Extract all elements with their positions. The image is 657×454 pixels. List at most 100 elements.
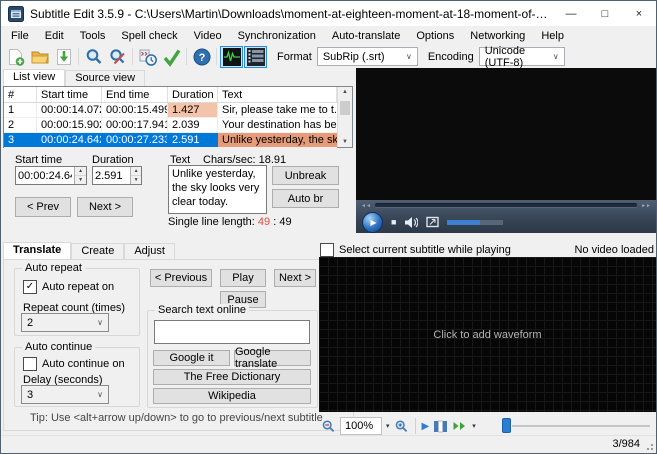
header-number[interactable]: # bbox=[4, 87, 37, 102]
free-dictionary-button[interactable]: The Free Dictionary bbox=[153, 369, 311, 385]
tab-list-view[interactable]: List view bbox=[3, 69, 65, 86]
video-play-button[interactable]: ▶ bbox=[362, 212, 383, 233]
duration-label: Duration bbox=[92, 154, 134, 166]
resize-grip[interactable] bbox=[644, 441, 654, 451]
scroll-thumb[interactable] bbox=[340, 101, 350, 115]
header-end-time[interactable]: End time bbox=[102, 87, 168, 102]
spin-down-icon[interactable]: ▼ bbox=[75, 176, 86, 184]
subtitle-table: # Start time End time Duration Text 1 00… bbox=[3, 86, 353, 148]
replace-button[interactable] bbox=[106, 46, 129, 68]
play-button[interactable]: Play bbox=[220, 269, 266, 287]
wikipedia-button[interactable]: Wikipedia bbox=[153, 388, 311, 404]
header-start-time[interactable]: Start time bbox=[37, 87, 102, 102]
encoding-select[interactable]: Unicode (UTF-8) ∨ bbox=[479, 47, 565, 66]
waveform-panel[interactable]: Click to add waveform bbox=[319, 257, 656, 412]
tab-translate[interactable]: Translate bbox=[3, 242, 71, 259]
start-time-input[interactable]: ▲ ▼ bbox=[15, 166, 87, 185]
app-icon bbox=[8, 6, 24, 22]
header-duration[interactable]: Duration bbox=[168, 87, 218, 102]
seek-bar[interactable] bbox=[375, 203, 637, 208]
zoom-in-button[interactable] bbox=[394, 419, 409, 434]
volume-slider[interactable] bbox=[447, 220, 503, 225]
delay-select[interactable]: 3 ∨ bbox=[21, 385, 109, 404]
menu-item-spell-check[interactable]: Spell check bbox=[113, 27, 185, 45]
spell-check-button[interactable] bbox=[160, 46, 183, 68]
spin-down-icon[interactable]: ▼ bbox=[131, 176, 141, 184]
auto-repeat-checkbox[interactable]: ✓ Auto repeat on bbox=[23, 280, 114, 294]
zoom-level-select[interactable]: 100% bbox=[340, 417, 382, 435]
fast-forward-dropdown-icon[interactable]: ▾ bbox=[472, 422, 476, 430]
toggle-video-button[interactable] bbox=[244, 46, 267, 68]
start-time-label: Start time bbox=[15, 154, 62, 166]
menu-item-networking[interactable]: Networking bbox=[462, 27, 533, 45]
menu-item-synchronization[interactable]: Synchronization bbox=[230, 27, 324, 45]
checkbox-unchecked-icon bbox=[320, 243, 334, 257]
video-player: ◄◄ ►► ▶ ■ bbox=[356, 68, 656, 233]
table-row-selected[interactable]: 3 00:00:24.642 00:00:27.233 2.591 Unlike… bbox=[4, 133, 337, 148]
auto-continue-checkbox[interactable]: Auto continue on bbox=[23, 357, 125, 371]
previous-button[interactable]: < Previous bbox=[150, 269, 212, 287]
chevron-down-icon: ∨ bbox=[92, 390, 108, 399]
table-row[interactable]: 2 00:00:15.902 00:00:17.941 2.039 Your d… bbox=[4, 118, 337, 133]
prev-subtitle-button[interactable]: < Prev bbox=[15, 197, 71, 217]
header-text[interactable]: Text bbox=[218, 87, 337, 102]
minimize-button[interactable]: — bbox=[554, 1, 588, 26]
menu-item-tools[interactable]: Tools bbox=[72, 27, 114, 45]
duration-input[interactable]: ▲ ▼ bbox=[92, 166, 142, 185]
volume-icon[interactable] bbox=[404, 216, 418, 229]
open-file-button[interactable] bbox=[28, 46, 51, 68]
fast-forward-button[interactable] bbox=[452, 419, 468, 433]
menu-item-help[interactable]: Help bbox=[533, 27, 572, 45]
menu-item-edit[interactable]: Edit bbox=[37, 27, 72, 45]
menu-item-auto-translate[interactable]: Auto-translate bbox=[324, 27, 408, 45]
tab-adjust[interactable]: Adjust bbox=[124, 243, 175, 259]
fullscreen-icon[interactable] bbox=[426, 216, 439, 228]
slider-thumb[interactable] bbox=[502, 418, 511, 433]
start-time-stepper[interactable]: ▲ ▼ bbox=[74, 167, 86, 184]
view-tabs: List view Source view bbox=[3, 69, 145, 86]
tab-create[interactable]: Create bbox=[71, 243, 124, 259]
close-button[interactable]: × bbox=[622, 1, 656, 26]
toggle-waveform-button[interactable] bbox=[220, 46, 243, 68]
checkbox-checked-icon: ✓ bbox=[23, 280, 37, 294]
scroll-down-icon[interactable]: ▼ bbox=[342, 139, 348, 145]
save-button[interactable] bbox=[52, 46, 75, 68]
menu-item-video[interactable]: Video bbox=[186, 27, 230, 45]
search-input[interactable] bbox=[154, 320, 310, 344]
google-translate-button[interactable]: Google translate bbox=[234, 350, 311, 366]
format-select[interactable]: SubRip (.srt) ∨ bbox=[317, 47, 418, 66]
waveform-play-button[interactable]: ▶ bbox=[422, 421, 430, 432]
menu-item-file[interactable]: File bbox=[3, 27, 37, 45]
maximize-button[interactable]: □ bbox=[588, 1, 622, 26]
video-stop-button[interactable]: ■ bbox=[391, 217, 396, 227]
help-button[interactable]: ? bbox=[190, 46, 213, 68]
google-it-button[interactable]: Google it bbox=[153, 350, 230, 366]
table-scrollbar[interactable]: ▲ ▼ bbox=[337, 87, 352, 147]
vertical-zoom-button[interactable] bbox=[433, 419, 448, 434]
seek-forward-icon[interactable]: ►► bbox=[641, 203, 651, 209]
seek-row: ◄◄ ►► bbox=[356, 200, 656, 211]
zoom-dropdown-icon[interactable]: ▾ bbox=[386, 422, 390, 430]
tab-source-view[interactable]: Source view bbox=[65, 70, 145, 86]
menu-item-options[interactable]: Options bbox=[408, 27, 462, 45]
repeat-count-select[interactable]: 2 ∨ bbox=[21, 313, 109, 332]
next-button[interactable]: Next > bbox=[274, 269, 316, 287]
next-subtitle-button[interactable]: Next > bbox=[77, 197, 133, 217]
scroll-up-icon[interactable]: ▲ bbox=[342, 89, 348, 95]
new-file-button[interactable] bbox=[4, 46, 27, 68]
find-button[interactable] bbox=[82, 46, 105, 68]
seek-back-icon[interactable]: ◄◄ bbox=[361, 203, 371, 209]
spin-up-icon[interactable]: ▲ bbox=[131, 167, 141, 176]
subtitle-text-area[interactable]: Unlike yesterday, the sky looks very cle… bbox=[168, 165, 267, 214]
visual-sync-button[interactable] bbox=[136, 46, 159, 68]
duration-stepper[interactable]: ▲ ▼ bbox=[130, 167, 141, 184]
auto-br-button[interactable]: Auto br bbox=[272, 189, 339, 208]
table-row[interactable]: 1 00:00:14.072 00:00:15.499 1.427 Sir, p… bbox=[4, 103, 337, 118]
menu-bar: File Edit Tools Spell check Video Synchr… bbox=[1, 26, 656, 45]
spin-up-icon[interactable]: ▲ bbox=[75, 167, 86, 176]
toolbar: ? Format SubR bbox=[1, 45, 656, 68]
table-header: # Start time End time Duration Text bbox=[4, 87, 337, 103]
select-subtitle-checkbox[interactable]: Select current subtitle while playing bbox=[320, 243, 511, 257]
zoom-out-button[interactable] bbox=[321, 419, 336, 434]
unbreak-button[interactable]: Unbreak bbox=[272, 166, 339, 185]
